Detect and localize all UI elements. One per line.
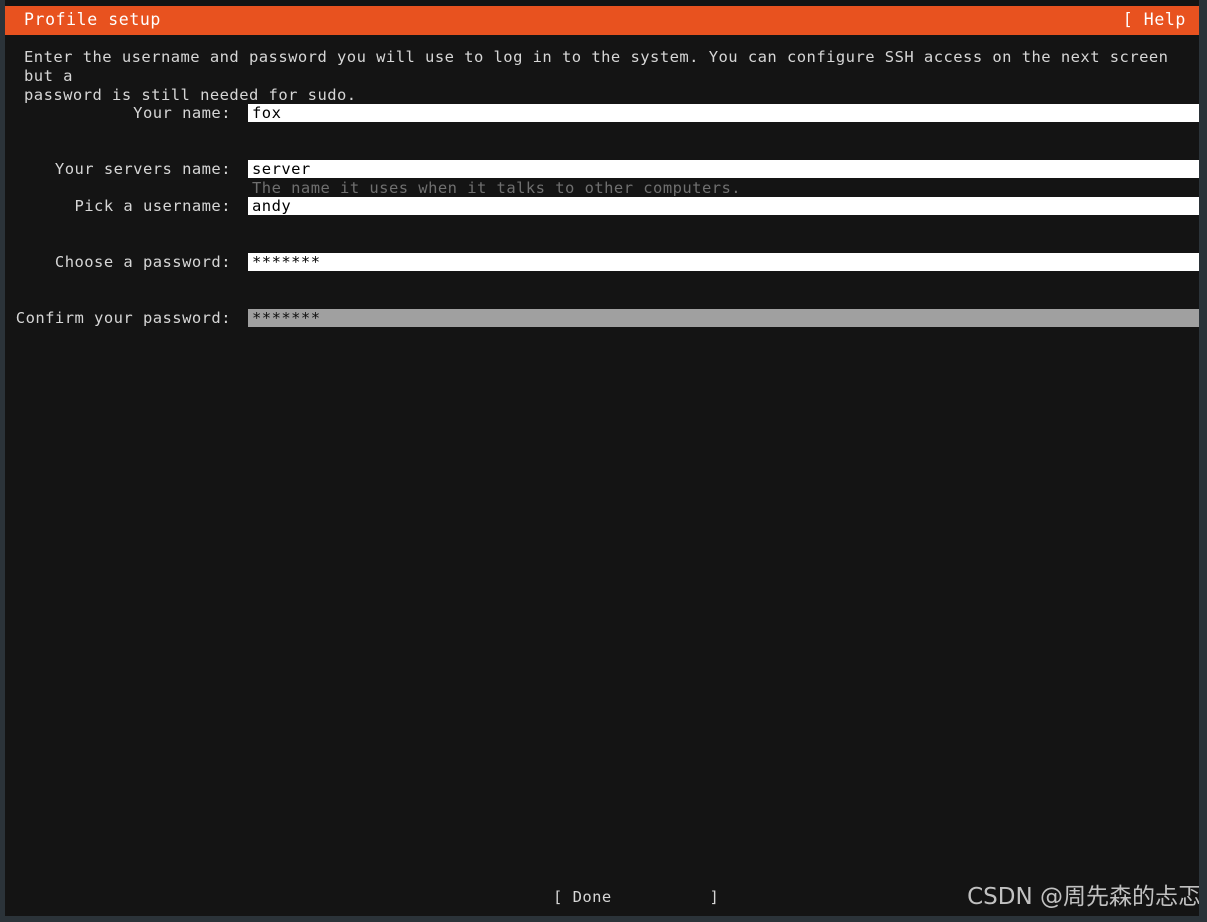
csdn-watermark: CSDN @周先森的忐忑 bbox=[967, 884, 1199, 910]
label-server-name: Your servers name: bbox=[54, 160, 231, 178]
input-confirm-password[interactable]: ******* bbox=[248, 309, 1199, 327]
label-your-name: Your name: bbox=[133, 104, 231, 122]
input-password[interactable]: ******* bbox=[248, 253, 1199, 271]
page-title: Profile setup bbox=[24, 10, 161, 30]
input-your-name[interactable]: fox bbox=[248, 104, 1199, 122]
field-row-confirm-password: Confirm your password: ******* bbox=[5, 309, 1199, 327]
footer-bar: [ Done ] CSDN @周先森的忐忑 bbox=[5, 884, 1199, 910]
help-button[interactable]: [ Help ] bbox=[1123, 12, 1199, 29]
terminal-window: Profile setup [ Help ] Enter the usernam… bbox=[0, 0, 1207, 922]
profile-setup-form: Your name: fox Your servers name: server… bbox=[5, 104, 1199, 365]
field-row-username: Pick a username: andy bbox=[5, 197, 1199, 215]
label-username: Pick a username: bbox=[74, 197, 231, 215]
intro-text: Enter the username and password you will… bbox=[24, 48, 1169, 104]
input-server-name[interactable]: server bbox=[248, 160, 1199, 178]
input-username[interactable]: andy bbox=[248, 197, 1199, 215]
header-bar: Profile setup [ Help ] bbox=[5, 6, 1199, 35]
label-password: Choose a password: bbox=[54, 253, 231, 271]
label-confirm-password: Confirm your password: bbox=[15, 309, 231, 327]
field-row-server-name: Your servers name: server The name it us… bbox=[5, 160, 1199, 197]
field-row-your-name: Your name: fox bbox=[5, 104, 1199, 122]
field-row-password: Choose a password: ******* bbox=[5, 253, 1199, 271]
done-button[interactable]: [ Done ] bbox=[553, 887, 719, 907]
installer-screen: Profile setup [ Help ] Enter the usernam… bbox=[5, 0, 1199, 916]
hint-server-name: The name it uses when it talks to other … bbox=[252, 179, 742, 197]
